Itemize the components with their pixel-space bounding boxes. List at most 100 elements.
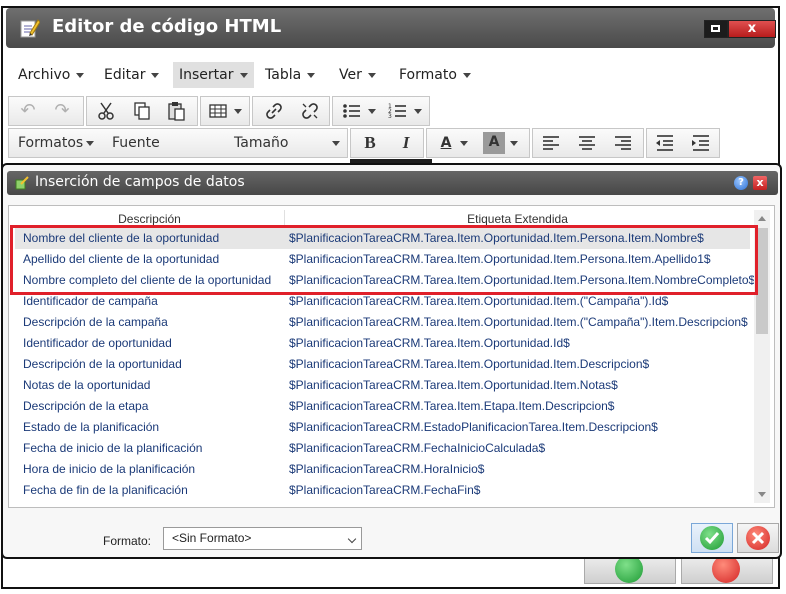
indent-group <box>646 128 720 158</box>
italic-button[interactable]: I <box>395 132 417 154</box>
table-row[interactable]: Descripción de la campaña $PlanificacionT… <box>15 312 750 333</box>
unlink-icon[interactable] <box>299 100 321 122</box>
background-color-dropdown-icon[interactable] <box>509 132 519 154</box>
scroll-thumb[interactable] <box>756 228 768 334</box>
numbered-list-icon[interactable]: 1 2 3 <box>387 100 409 122</box>
row-description: Descripción de la campaña <box>23 315 168 329</box>
outdent-icon[interactable] <box>653 132 677 154</box>
table-body: Nombre del cliente de la oportunidad $Pla… <box>15 228 755 501</box>
row-description: Hora de inicio de la planificación <box>23 462 196 476</box>
svg-text:3: 3 <box>388 113 392 120</box>
redo-icon[interactable]: ↷ <box>51 100 73 122</box>
format-select-value: <Sin Formato> <box>172 531 252 545</box>
chevron-down-icon <box>367 72 376 78</box>
menu-editar[interactable]: Editar <box>104 62 160 88</box>
row-extended-tag: $PlanificacionTareaCRM.FechaInicioCalcul… <box>289 441 546 455</box>
chevron-down-icon <box>332 141 340 146</box>
close-icon[interactable]: x <box>753 176 767 190</box>
row-extended-tag: $PlanificacionTareaCRM.Tarea.Item.Oportu… <box>289 252 711 266</box>
table-header: Descripción Etiqueta Extendida <box>15 210 750 228</box>
row-description: Fecha de fin de la planificación <box>23 483 188 497</box>
table-row[interactable]: Notas de la oportunidad $PlanificacionTar… <box>15 375 750 396</box>
row-extended-tag: $PlanificacionTareaCRM.Tarea.Item.Oportu… <box>289 315 748 329</box>
fields-table: Descripción Etiqueta Extendida Nombre de… <box>8 205 775 508</box>
row-extended-tag: $PlanificacionTareaCRM.Tarea.Item.Oportu… <box>289 273 756 287</box>
indent-icon[interactable] <box>689 132 713 154</box>
align-group <box>532 128 644 158</box>
close-window-button[interactable]: x <box>728 20 776 38</box>
font-dropdown[interactable]: Fuente <box>102 128 224 158</box>
dialog-title-bar[interactable]: Inserción de campos de datos ? x <box>7 171 778 195</box>
undo-icon[interactable]: ↶ <box>17 100 39 122</box>
font-color-dropdown-icon[interactable] <box>459 132 469 154</box>
paste-icon[interactable] <box>165 100 187 122</box>
table-icon[interactable] <box>207 100 229 122</box>
link-icon[interactable] <box>263 100 285 122</box>
main-cancel-button[interactable] <box>681 555 773 584</box>
accept-button[interactable] <box>691 523 733 553</box>
main-accept-button[interactable] <box>584 555 676 584</box>
menu-insertar[interactable]: Insertar <box>173 62 254 88</box>
chevron-down-icon <box>86 141 94 146</box>
table-row[interactable]: Nombre del cliente de la oportunidad $Pla… <box>15 228 750 249</box>
row-description: Descripción de la oportunidad <box>23 357 182 371</box>
table-row[interactable]: Apellido del cliente de la oportunidad $P… <box>15 249 750 270</box>
table-row[interactable]: Hora de inicio de la planificación $Plani… <box>15 459 750 480</box>
format-select[interactable]: <Sin Formato> <box>163 527 362 550</box>
table-row[interactable]: Nombre completo del cliente de la oportu… <box>15 270 755 291</box>
checkmark-icon <box>615 555 643 583</box>
menu-tabla[interactable]: Tabla <box>265 62 316 88</box>
chevron-down-icon <box>462 72 471 78</box>
align-right-icon[interactable] <box>611 132 635 154</box>
formats-dropdown[interactable]: Formatos <box>8 128 102 158</box>
table-row[interactable]: Fecha de inicio de la planificación $Plan… <box>15 438 750 459</box>
help-icon[interactable]: ? <box>734 176 748 190</box>
row-extended-tag: $PlanificacionTareaCRM.Tarea.Item.Oportu… <box>289 231 704 245</box>
align-center-icon[interactable] <box>575 132 599 154</box>
menu-ver[interactable]: Ver <box>339 62 376 88</box>
table-dropdown-icon[interactable] <box>233 100 243 122</box>
checkmark-icon <box>700 526 724 550</box>
row-description: Identificador de oportunidad <box>23 336 172 350</box>
bold-button[interactable]: B <box>359 132 381 154</box>
row-extended-tag: $PlanificacionTareaCRM.HoraInicio$ <box>289 462 485 476</box>
table-row[interactable]: Fecha de fin de la planificación $Planifi… <box>15 480 750 501</box>
chevron-down-icon <box>307 72 316 78</box>
table-row[interactable]: Identificador de campaña $PlanificacionTa… <box>15 291 750 312</box>
cut-icon[interactable] <box>95 100 117 122</box>
cancel-button[interactable] <box>737 523 779 553</box>
numbered-list-dropdown-icon[interactable] <box>413 100 423 122</box>
scroll-up-icon[interactable] <box>758 216 766 221</box>
vertical-scrollbar[interactable] <box>754 210 770 503</box>
background-color-button[interactable]: A <box>483 132 505 154</box>
column-header-descripcion[interactable]: Descripción <box>15 210 285 228</box>
scroll-down-icon[interactable] <box>758 492 766 497</box>
row-extended-tag: $PlanificacionTareaCRM.Tarea.Item.Oportu… <box>289 378 618 392</box>
row-description: Nombre completo del cliente de la oportu… <box>23 273 272 287</box>
row-extended-tag: $PlanificacionTareaCRM.Tarea.Item.Oportu… <box>289 357 650 371</box>
bullet-list-icon[interactable] <box>341 100 363 122</box>
data-fields-dialog: Inserción de campos de datos ? x Descrip… <box>1 163 782 559</box>
row-description: Identificador de campaña <box>23 294 158 308</box>
style-group: B I <box>350 128 424 158</box>
format-label: Formato: <box>103 534 152 548</box>
row-description: Estado de la planificación <box>23 420 160 434</box>
column-header-etiqueta[interactable]: Etiqueta Extendida <box>285 210 750 228</box>
table-row[interactable]: Identificador de oportunidad $Planificaci… <box>15 333 750 354</box>
chevron-down-icon <box>347 534 357 544</box>
table-row[interactable]: Descripción de la etapa $PlanificacionTar… <box>15 396 750 417</box>
copy-icon[interactable] <box>131 100 153 122</box>
row-description: Notas de la oportunidad <box>23 378 151 392</box>
menu-archivo[interactable]: Archivo <box>18 62 85 88</box>
window-title-bar[interactable]: Editor de código HTML x <box>6 8 776 48</box>
maximize-button[interactable] <box>704 20 728 38</box>
window-title: Editor de código HTML <box>52 16 282 37</box>
link-group <box>252 96 330 126</box>
align-left-icon[interactable] <box>539 132 563 154</box>
menu-formato[interactable]: Formato <box>399 62 471 88</box>
bullet-list-dropdown-icon[interactable] <box>367 100 377 122</box>
font-color-button[interactable]: A <box>435 132 457 154</box>
table-row[interactable]: Descripción de la oportunidad $Planificac… <box>15 354 750 375</box>
size-dropdown[interactable]: Tamaño <box>224 128 348 158</box>
table-row[interactable]: Estado de la planificación $Planificacion… <box>15 417 750 438</box>
